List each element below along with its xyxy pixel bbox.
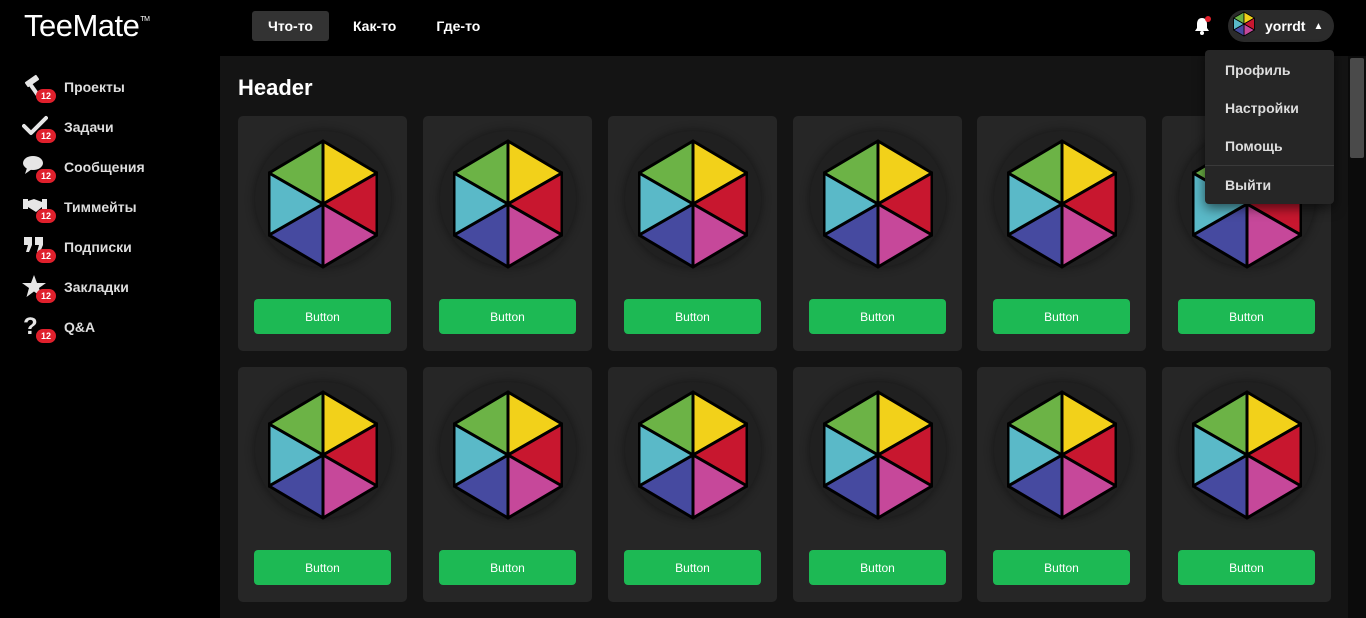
menu-item-profile[interactable]: Профиль: [1205, 52, 1334, 88]
hammer-icon: 12: [22, 72, 56, 103]
avatar: [1231, 11, 1257, 42]
card: Button: [608, 116, 777, 351]
question-icon: ? 12: [22, 312, 56, 343]
card: Button: [238, 367, 407, 602]
card-button[interactable]: Button: [993, 299, 1130, 334]
sidebar-item-qa[interactable]: ? 12 Q&A: [22, 312, 96, 343]
page-title: Header: [238, 75, 313, 100]
hexagon-logo-icon: [268, 390, 378, 520]
nav-tab-3[interactable]: Где-то: [420, 11, 496, 41]
card-button[interactable]: Button: [624, 299, 761, 334]
sidebar-item-label: Закладки: [64, 279, 129, 295]
main-content: Header Button Button Button Button Butto…: [220, 56, 1348, 618]
sidebar-badge: 12: [36, 209, 56, 223]
chevron-up-icon: ▲: [1313, 20, 1324, 32]
sidebar-item-tasks[interactable]: 12 Задачи: [22, 112, 114, 143]
hexagon-logo-icon: [268, 139, 378, 269]
menu-item-logout[interactable]: Выйти: [1205, 167, 1334, 203]
sidebar-item-label: Тиммейты: [64, 199, 137, 215]
menu-item-help[interactable]: Помощь: [1205, 128, 1334, 164]
checkmark-icon: 12: [22, 112, 56, 143]
sidebar-item-subscriptions[interactable]: 12 Подписки: [22, 232, 132, 263]
sidebar-badge: 12: [36, 329, 56, 343]
sidebar-badge: 12: [36, 89, 56, 103]
menu-divider: [1205, 165, 1334, 166]
card: Button: [423, 367, 592, 602]
logo-trademark: TM: [140, 16, 150, 23]
notifications-bell-icon[interactable]: [1192, 16, 1212, 36]
hexagon-logo-icon: [638, 390, 748, 520]
sidebar-badge: 12: [36, 129, 56, 143]
sidebar-badge: 12: [36, 169, 56, 183]
hexagon-logo-icon: [1007, 139, 1117, 269]
user-menu-toggle[interactable]: yorrdt ▲: [1228, 10, 1334, 42]
sidebar-item-teammates[interactable]: 12 Тиммейты: [22, 192, 137, 223]
sidebar-item-bookmarks[interactable]: 12 Закладки: [22, 272, 129, 303]
card-button[interactable]: Button: [1178, 299, 1315, 334]
card: Button: [793, 367, 962, 602]
quote-icon: 12: [22, 232, 56, 263]
nav-tab-1[interactable]: Что-то: [252, 11, 329, 41]
card: Button: [977, 116, 1146, 351]
handshake-icon: 12: [22, 192, 56, 223]
nav-tab-2[interactable]: Как-то: [337, 11, 412, 41]
card-button[interactable]: Button: [254, 550, 391, 585]
card-button[interactable]: Button: [624, 550, 761, 585]
sidebar-item-messages[interactable]: 12 Сообщения: [22, 152, 145, 183]
logo-text: TeeMate: [24, 8, 140, 43]
card-button[interactable]: Button: [809, 299, 946, 334]
hexagon-logo-icon: [453, 139, 563, 269]
card-button[interactable]: Button: [809, 550, 946, 585]
sidebar: 12 Проекты 12 Задачи 12 Сообщения 12 Тим…: [0, 56, 220, 618]
card: Button: [423, 116, 592, 351]
user-dropdown-menu: Профиль Настройки Помощь Выйти: [1205, 50, 1334, 204]
chat-icon: 12: [22, 152, 56, 183]
card: Button: [977, 367, 1146, 602]
hexagon-logo-icon: [638, 139, 748, 269]
hexagon-logo-icon: [823, 390, 933, 520]
star-icon: 12: [22, 272, 56, 303]
card-button[interactable]: Button: [439, 299, 576, 334]
hexagon-logo-icon: [453, 390, 563, 520]
card: Button: [793, 116, 962, 351]
sidebar-item-label: Задачи: [64, 119, 114, 135]
sidebar-badge: 12: [36, 249, 56, 263]
hexagon-logo-icon: [1007, 390, 1117, 520]
sidebar-item-label: Подписки: [64, 239, 132, 255]
card: Button: [238, 116, 407, 351]
sidebar-item-label: Проекты: [64, 79, 125, 95]
card-button[interactable]: Button: [993, 550, 1130, 585]
card: Button: [608, 367, 777, 602]
card: Button: [1162, 367, 1331, 602]
username: yorrdt: [1265, 18, 1306, 34]
sidebar-item-label: Сообщения: [64, 159, 145, 175]
card-button[interactable]: Button: [439, 550, 576, 585]
hexagon-logo-icon: [823, 139, 933, 269]
sidebar-item-label: Q&A: [64, 319, 96, 335]
hexagon-logo-icon: [1192, 390, 1302, 520]
sidebar-item-projects[interactable]: 12 Проекты: [22, 72, 125, 103]
card-button[interactable]: Button: [1178, 550, 1315, 585]
main-nav: Что-то Как-то Где-то: [252, 11, 496, 41]
menu-item-settings[interactable]: Настройки: [1205, 90, 1334, 126]
card-button[interactable]: Button: [254, 299, 391, 334]
scrollbar[interactable]: [1348, 56, 1366, 618]
sidebar-badge: 12: [36, 289, 56, 303]
scrollbar-thumb[interactable]: [1350, 58, 1364, 158]
notification-dot: [1205, 16, 1211, 22]
top-bar: TeeMateTM Что-то Как-то Где-то yorrdt ▲: [0, 0, 1366, 56]
app-logo[interactable]: TeeMateTM: [24, 8, 150, 44]
